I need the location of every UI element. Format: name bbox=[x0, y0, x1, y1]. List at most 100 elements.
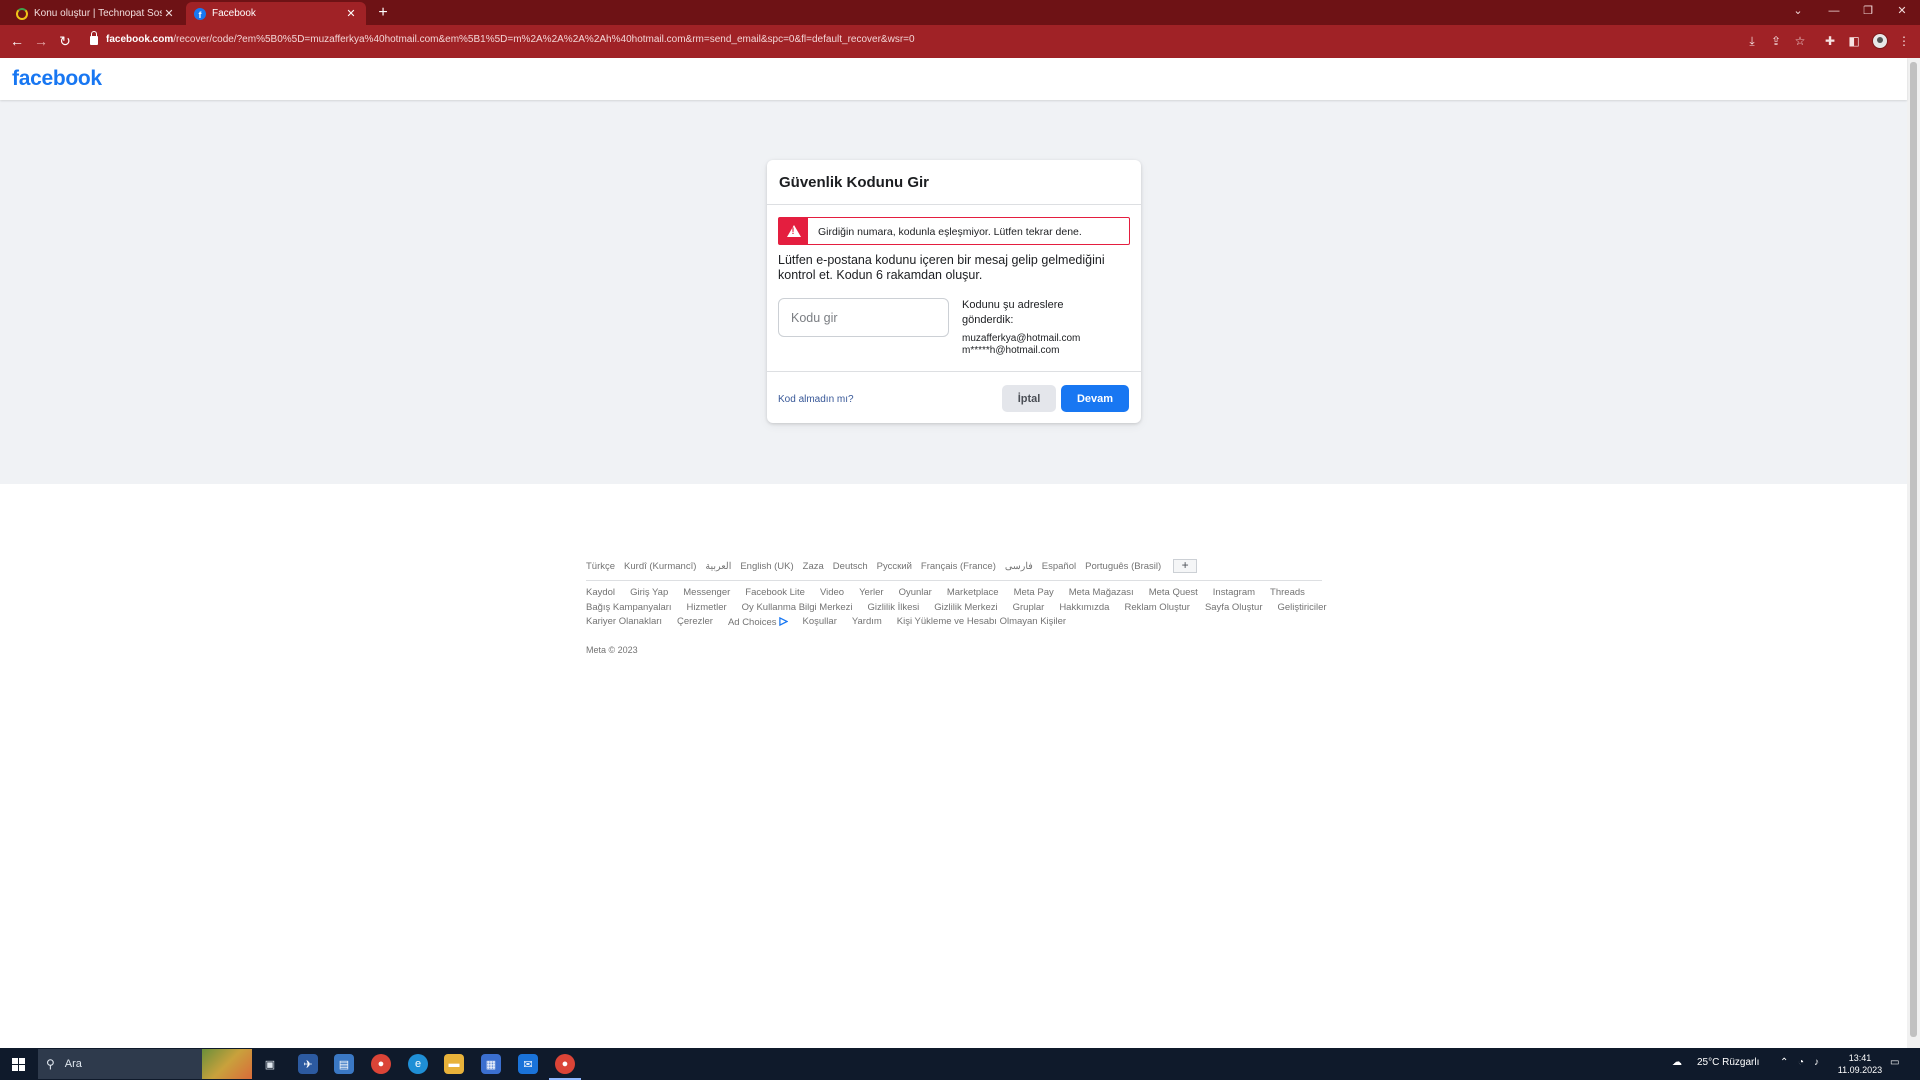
facebook-logo[interactable]: facebook bbox=[12, 67, 102, 91]
share-icon[interactable]: ⇪ bbox=[1768, 33, 1784, 49]
address-bar[interactable]: facebook.com/recover/code/?em%5B0%5D=muz… bbox=[106, 34, 915, 45]
edge-icon[interactable]: e bbox=[408, 1054, 428, 1074]
footer-link[interactable]: Meta Pay bbox=[1014, 587, 1054, 602]
language-link[interactable]: English (UK) bbox=[740, 561, 793, 572]
footer-link[interactable]: Giriş Yap bbox=[630, 587, 668, 602]
reload-icon[interactable]: ↻ bbox=[56, 32, 74, 50]
back-arrow-icon[interactable]: ← bbox=[8, 32, 26, 50]
chrome-active-icon[interactable]: ● bbox=[549, 1054, 581, 1080]
footer-link[interactable]: Geliştiriciler bbox=[1278, 602, 1327, 617]
network-icon[interactable]: ◔ bbox=[1798, 1057, 1804, 1068]
lock-icon[interactable] bbox=[90, 31, 98, 45]
side-panel-icon[interactable]: ◧ bbox=[1846, 33, 1862, 49]
task-view-icon[interactable]: ▣ bbox=[260, 1054, 280, 1074]
tab-search-icon[interactable]: ⌄ bbox=[1782, 0, 1814, 22]
tab-technopat[interactable]: Konu oluştur | Technopat Sosyal ✕ bbox=[8, 2, 184, 25]
instructions-text: Lütfen e-postana kodunu içeren bir mesaj… bbox=[778, 253, 1105, 282]
new-tab-button[interactable]: + bbox=[374, 4, 392, 22]
footer-link[interactable]: Gruplar bbox=[1013, 602, 1045, 617]
footer-link[interactable]: Facebook Lite bbox=[745, 587, 805, 602]
footer-link[interactable]: Messenger bbox=[683, 587, 730, 602]
ad-choices-link[interactable]: Ad Choices bbox=[728, 616, 788, 631]
taskbar-search-placeholder: Ara bbox=[64, 1058, 82, 1070]
language-link[interactable]: Türkçe bbox=[586, 561, 615, 572]
language-link[interactable]: Español bbox=[1042, 561, 1076, 572]
facebook-favicon-icon: f bbox=[194, 7, 206, 20]
minimize-window-icon[interactable]: — bbox=[1818, 0, 1850, 22]
windows-start-icon[interactable] bbox=[12, 1058, 25, 1071]
close-window-icon[interactable]: ✕ bbox=[1886, 0, 1918, 22]
more-languages-button[interactable]: + bbox=[1173, 559, 1198, 573]
footer-link[interactable]: Instagram bbox=[1213, 587, 1255, 602]
taskbar-clock[interactable]: 13:41 11.09.2023 bbox=[1836, 1052, 1884, 1076]
page-scrollbar[interactable] bbox=[1907, 58, 1920, 1048]
footer-link[interactable]: Threads bbox=[1270, 587, 1305, 602]
language-link[interactable]: Português (Brasil) bbox=[1085, 561, 1161, 572]
no-code-link[interactable]: Kod almadın mı? bbox=[778, 394, 854, 405]
footer-link[interactable]: Yerler bbox=[859, 587, 883, 602]
scrollbar-thumb[interactable] bbox=[1910, 62, 1917, 1037]
footer-link[interactable]: Oyunlar bbox=[899, 587, 932, 602]
footer-link[interactable]: Oy Kullanma Bilgi Merkezi bbox=[742, 602, 853, 617]
footer-link[interactable]: Hizmetler bbox=[687, 602, 727, 617]
footer-link[interactable]: Ad Choices bbox=[728, 617, 777, 628]
file-explorer-icon[interactable]: ▬ bbox=[444, 1054, 464, 1074]
taskbar-search[interactable]: ⚲ Ara bbox=[38, 1049, 252, 1079]
footer-link[interactable]: Video bbox=[820, 587, 844, 602]
language-link[interactable]: Kurdî (Kurmancî) bbox=[624, 561, 696, 572]
language-link[interactable]: Zaza bbox=[803, 561, 824, 572]
footer-link[interactable]: Hakkımızda bbox=[1059, 602, 1109, 617]
footer-link[interactable]: Reklam Oluştur bbox=[1124, 602, 1189, 617]
footer-link[interactable]: Kişi Yükleme ve Hesabı Olmayan Kişiler bbox=[897, 616, 1066, 631]
tab-facebook[interactable]: f Facebook ✕ bbox=[186, 2, 366, 25]
copyright: Meta © 2023 bbox=[586, 644, 638, 655]
weather-icon[interactable]: ☁ bbox=[1672, 1057, 1682, 1068]
language-link[interactable]: فارسی bbox=[1005, 561, 1033, 572]
store-icon[interactable]: ▦ bbox=[481, 1054, 501, 1074]
footer-link[interactable]: Meta Quest bbox=[1149, 587, 1198, 602]
card-title: Güvenlik Kodunu Gir bbox=[779, 174, 930, 191]
url-path: /recover/code/?em%5B0%5D=muzafferkya%40h… bbox=[173, 34, 915, 45]
divider bbox=[767, 371, 1141, 372]
browser-toolbar: ← → ↻ facebook.com/recover/code/?em%5B0%… bbox=[0, 25, 1920, 58]
footer-link[interactable]: Kaydol bbox=[586, 587, 615, 602]
cancel-button[interactable]: İptal bbox=[1002, 385, 1056, 412]
close-tab-icon[interactable]: ✕ bbox=[344, 7, 358, 20]
restore-window-icon[interactable]: ❐ bbox=[1852, 0, 1884, 22]
code-input[interactable] bbox=[778, 298, 949, 337]
install-app-icon[interactable]: ⤓ bbox=[1744, 33, 1760, 49]
close-tab-icon[interactable]: ✕ bbox=[162, 7, 176, 20]
volume-icon[interactable]: ♪ bbox=[1814, 1057, 1819, 1068]
browser-menu-icon[interactable]: ⋮ bbox=[1896, 33, 1912, 49]
language-link[interactable]: العربية bbox=[705, 561, 731, 572]
chrome-icon[interactable]: ● bbox=[371, 1054, 391, 1074]
language-list: Türkçe Kurdî (Kurmancî) العربية English (UK… bbox=[586, 558, 1322, 574]
windows-taskbar: ⚲ Ara ▣ ✈ ▤ ● e ▬ ▦ ✉ ● ☁ 25°C Rüzgarlı … bbox=[0, 1048, 1920, 1080]
footer-link[interactable]: Kariyer Olanakları bbox=[586, 616, 662, 631]
footer-link[interactable]: Meta Mağazası bbox=[1069, 587, 1134, 602]
language-link[interactable]: Русский bbox=[877, 561, 912, 572]
footer-link[interactable]: Koşullar bbox=[803, 616, 837, 631]
tab-title: Konu oluştur | Technopat Sosyal bbox=[34, 8, 162, 19]
footer-link[interactable]: Gizlilik Merkezi bbox=[934, 602, 997, 617]
mail-icon[interactable]: ✉ bbox=[518, 1054, 538, 1074]
footer-link[interactable]: Gizlilik İlkesi bbox=[868, 602, 920, 617]
footer-link[interactable]: Marketplace bbox=[947, 587, 999, 602]
app-window-icon[interactable]: ▤ bbox=[334, 1054, 354, 1074]
notification-icon[interactable]: ▭ bbox=[1890, 1057, 1899, 1068]
forward-arrow-icon[interactable]: → bbox=[32, 32, 50, 50]
footer-link[interactable]: Bağış Kampanyaları bbox=[586, 602, 672, 617]
profile-avatar[interactable] bbox=[1872, 33, 1888, 49]
continue-button[interactable]: Devam bbox=[1061, 385, 1129, 412]
tab-title: Facebook bbox=[212, 8, 256, 19]
bookmark-star-icon[interactable]: ☆ bbox=[1792, 33, 1808, 49]
footer-link[interactable]: Yardım bbox=[852, 616, 882, 631]
footer-link[interactable]: Çerezler bbox=[677, 616, 713, 631]
extensions-puzzle-icon[interactable]: ✚ bbox=[1822, 33, 1838, 49]
weather-text[interactable]: 25°C Rüzgarlı bbox=[1697, 1057, 1759, 1068]
remote-desktop-icon[interactable]: ✈ bbox=[298, 1054, 318, 1074]
language-link[interactable]: Deutsch bbox=[833, 561, 868, 572]
footer-link[interactable]: Sayfa Oluştur bbox=[1205, 602, 1263, 617]
language-link[interactable]: Français (France) bbox=[921, 561, 996, 572]
chevron-up-icon[interactable]: ⌃ bbox=[1780, 1057, 1788, 1068]
